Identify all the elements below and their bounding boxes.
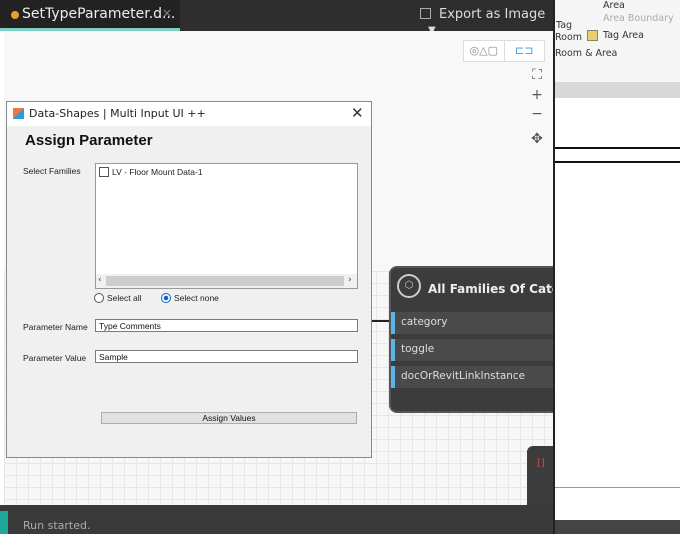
revit-window: Area Area Boundary Tag Room Tag Area Roo… xyxy=(553,0,680,534)
ribbon-area-boundary[interactable]: Area Boundary xyxy=(603,13,674,24)
ribbon-tag-area[interactable]: Tag Area xyxy=(603,30,644,41)
dialog-title-bar[interactable]: Data-Shapes | Multi Input UI ++ ✕ xyxy=(7,102,371,126)
horizontal-scrollbar[interactable]: ‹ › xyxy=(96,274,357,288)
export-label: Export as Image xyxy=(439,7,546,22)
select-all-label: Select all xyxy=(107,293,142,303)
radio-icon xyxy=(94,293,104,303)
parameter-value-input[interactable]: Sample xyxy=(95,350,358,363)
radio-selected-icon xyxy=(161,293,171,303)
drawing-line xyxy=(555,147,680,149)
ribbon-room-area-panel[interactable]: Room & Area xyxy=(555,48,617,59)
app-icon xyxy=(13,108,24,119)
list-node[interactable]: [] xyxy=(527,446,553,506)
select-families-label: Select Families xyxy=(23,166,81,176)
drawing-line xyxy=(555,487,680,488)
file-tab-label: SetTypeParameter.d... xyxy=(22,6,176,22)
port-category[interactable]: category xyxy=(391,312,553,334)
close-icon[interactable]: ✕ xyxy=(351,104,364,122)
ribbon-area[interactable]: Area xyxy=(603,0,625,11)
parameter-name-input[interactable]: Type Comments xyxy=(95,319,358,332)
dynamo-top-bar: SetTypeParameter.d... × Export as Image … xyxy=(0,0,553,36)
ribbon-tag-room-label[interactable]: Tag xyxy=(556,20,572,31)
zoom-in-icon[interactable]: + xyxy=(528,86,546,104)
family-item-label: LV - Floor Mount Data-1 xyxy=(112,167,203,177)
connector-wire xyxy=(372,320,392,322)
pan-icon[interactable]: ✥ xyxy=(528,130,546,148)
image-icon xyxy=(420,8,431,19)
families-checklist[interactable]: LV - Floor Mount Data-1 ‹ › xyxy=(95,163,358,289)
zoom-fit-icon[interactable]: ⛶ xyxy=(528,66,546,84)
drawing-line xyxy=(555,161,680,163)
graph-view-button[interactable]: ⊏⊐ xyxy=(503,41,545,61)
node-title: All Families Of Category xyxy=(428,282,553,296)
checkbox[interactable] xyxy=(99,167,109,177)
all-families-of-category-node[interactable]: ⬡ All Families Of Category category togg… xyxy=(391,268,553,411)
scroll-right-icon[interactable]: › xyxy=(348,275,352,285)
zoom-out-icon[interactable]: − xyxy=(528,105,546,123)
run-indicator xyxy=(0,511,8,534)
status-bar: Run started. xyxy=(0,505,553,534)
status-text: Run started. xyxy=(23,519,91,532)
select-none-radio[interactable]: Select none xyxy=(161,293,219,303)
revit-status-bar xyxy=(555,520,680,534)
view-toggle: ◎△▢ ⊏⊐ xyxy=(463,40,545,62)
multi-input-dialog: Data-Shapes | Multi Input UI ++ ✕ Assign… xyxy=(6,101,372,458)
ribbon-room-label[interactable]: Room xyxy=(555,32,582,43)
unsaved-dot-icon xyxy=(11,11,19,19)
port-toggle[interactable]: toggle xyxy=(391,339,553,361)
list-node-label: [] xyxy=(537,458,545,469)
dialog-heading: Assign Parameter xyxy=(25,132,153,149)
parameter-value-label: Parameter Value xyxy=(23,353,87,363)
revit-toolbar-strip xyxy=(555,82,680,98)
assign-values-button[interactable]: Assign Values xyxy=(101,412,357,424)
family-item[interactable]: LV - Floor Mount Data-1 xyxy=(99,167,203,177)
scroll-thumb[interactable] xyxy=(106,276,344,286)
tag-area-icon xyxy=(587,30,598,41)
scroll-left-icon[interactable]: ‹ xyxy=(98,275,102,285)
select-all-radio[interactable]: Select all xyxy=(94,293,142,303)
select-none-label: Select none xyxy=(174,293,219,303)
dialog-title: Data-Shapes | Multi Input UI ++ xyxy=(29,107,206,120)
revit-ribbon: Area Area Boundary Tag Room Tag Area Roo… xyxy=(555,0,680,82)
file-tab[interactable]: SetTypeParameter.d... × xyxy=(0,0,180,31)
close-tab-icon[interactable]: × xyxy=(162,6,172,20)
background-preview-button[interactable]: ◎△▢ xyxy=(464,41,504,61)
parameter-name-label: Parameter Name xyxy=(23,322,88,332)
port-doc-or-revit-link-instance[interactable]: docOrRevitLinkInstance xyxy=(391,366,553,388)
